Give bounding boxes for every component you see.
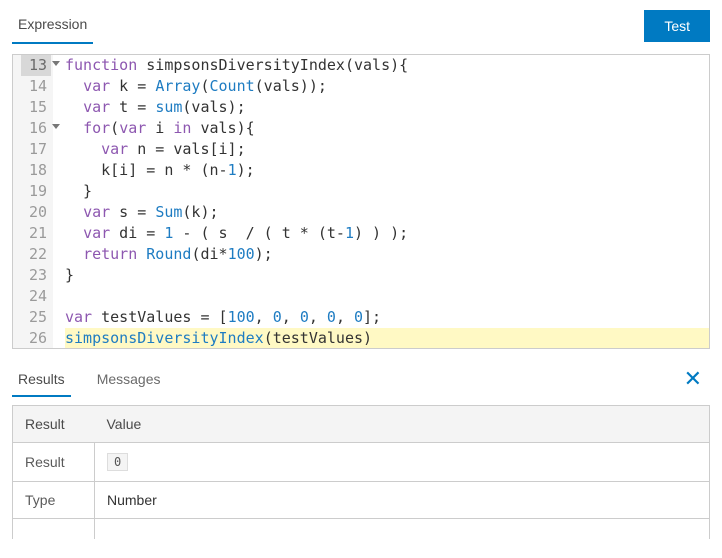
code-line[interactable]: var n = vals[i]; xyxy=(65,139,709,160)
line-number: 17 xyxy=(21,139,51,160)
line-number: 18 xyxy=(21,160,51,181)
result-key: Type xyxy=(13,482,95,519)
fold-icon[interactable] xyxy=(52,124,60,129)
code-line[interactable]: var testValues = [100, 0, 0, 0, 0]; xyxy=(65,307,709,328)
close-icon[interactable]: ✕ xyxy=(676,362,710,396)
tab-expression[interactable]: Expression xyxy=(12,8,93,44)
table-row: Result0 xyxy=(13,443,710,482)
tab-messages[interactable]: Messages xyxy=(91,361,167,397)
line-number: 20 xyxy=(21,202,51,223)
line-number: 21 xyxy=(21,223,51,244)
results-header-key: Result xyxy=(13,406,95,443)
code-line[interactable]: var t = sum(vals); xyxy=(65,97,709,118)
code-line[interactable]: } xyxy=(65,181,709,202)
code-line[interactable]: function simpsonsDiversityIndex(vals){ xyxy=(65,55,709,76)
tab-results[interactable]: Results xyxy=(12,361,71,397)
result-value: Number xyxy=(95,482,710,519)
line-number: 24 xyxy=(21,286,51,307)
code-line[interactable] xyxy=(65,286,709,307)
line-number: 13 xyxy=(21,55,51,76)
line-number: 14 xyxy=(21,76,51,97)
results-table: Result Value Result0TypeNumber xyxy=(12,405,710,539)
code-line[interactable]: var di = 1 - ( s / ( t * (t-1) ) ); xyxy=(65,223,709,244)
table-row: TypeNumber xyxy=(13,482,710,519)
code-line[interactable]: var k = Array(Count(vals)); xyxy=(65,76,709,97)
editor-tabs: Expression xyxy=(12,8,644,44)
line-number: 19 xyxy=(21,181,51,202)
line-number: 25 xyxy=(21,307,51,328)
code-line[interactable]: var s = Sum(k); xyxy=(65,202,709,223)
code-line[interactable]: return Round(di*100); xyxy=(65,244,709,265)
result-value: 0 xyxy=(95,443,710,482)
code-line[interactable]: for(var i in vals){ xyxy=(65,118,709,139)
line-number: 23 xyxy=(21,265,51,286)
test-button[interactable]: Test xyxy=(644,10,710,42)
code-line[interactable]: k[i] = n * (n-1); xyxy=(65,160,709,181)
results-tabs: Results Messages xyxy=(12,361,676,397)
line-number: 15 xyxy=(21,97,51,118)
code-line[interactable]: } xyxy=(65,265,709,286)
code-editor[interactable]: 1314151617181920212223242526 function si… xyxy=(12,54,710,349)
result-key: Result xyxy=(13,443,95,482)
line-gutter: 1314151617181920212223242526 xyxy=(13,55,53,349)
fold-icon[interactable] xyxy=(52,61,60,66)
line-number: 26 xyxy=(21,328,51,349)
code-area[interactable]: function simpsonsDiversityIndex(vals){ v… xyxy=(53,55,709,349)
line-number: 16 xyxy=(21,118,51,139)
code-line[interactable]: simpsonsDiversityIndex(testValues) xyxy=(65,328,709,349)
results-header-value: Value xyxy=(95,406,710,443)
line-number: 22 xyxy=(21,244,51,265)
table-row xyxy=(13,519,710,540)
